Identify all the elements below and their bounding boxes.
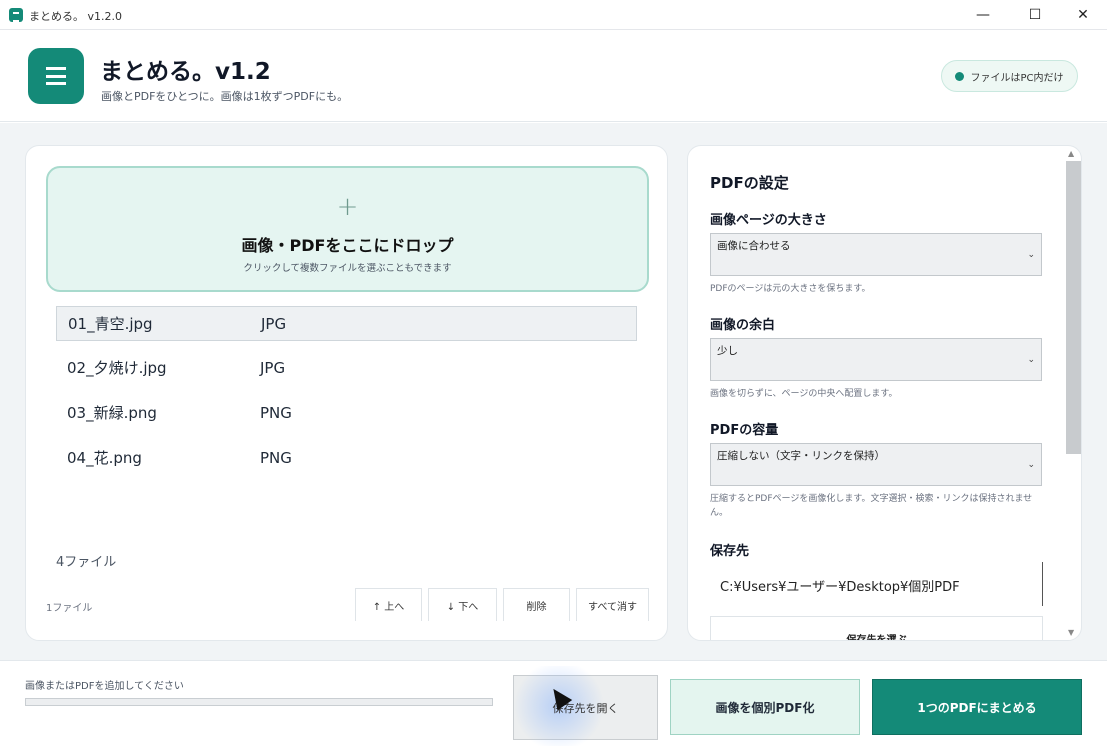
- pdf-settings-card: PDFの設定 画像ページの大きさ 画像に合わせる ⌄ PDFのページは元の大きさ…: [687, 145, 1082, 641]
- file-row[interactable]: 03_新緑.png PNG: [56, 395, 637, 430]
- open-folder-button[interactable]: 保存先を開く: [513, 666, 658, 746]
- app-title: まとめる。v1.2: [100, 59, 271, 85]
- settings-title: PDFの設定: [710, 174, 789, 192]
- file-row[interactable]: 01_青空.jpg JPG: [56, 306, 637, 341]
- drop-zone-title: 画像・PDFをここにドロップ: [241, 236, 454, 255]
- scroll-down-icon[interactable]: ▼: [1068, 628, 1074, 637]
- chevron-down-icon: ⌄: [1027, 250, 1035, 260]
- scroll-up-icon[interactable]: ▲: [1068, 149, 1074, 158]
- drop-zone[interactable]: + 画像・PDFをここにドロップ クリックして複数ファイルを選ぶこともできます: [46, 166, 649, 292]
- file-name: 02_夕焼け.jpg: [67, 359, 167, 377]
- move-up-button[interactable]: ↑ 上へ: [355, 588, 422, 621]
- plus-icon: +: [336, 192, 359, 222]
- margin-select[interactable]: 少し ⌄: [710, 338, 1042, 381]
- file-type: JPG: [260, 358, 286, 377]
- close-button[interactable]: ✕: [1060, 0, 1106, 30]
- pdf-size-label: PDFの容量: [710, 423, 779, 438]
- window-title: まとめる。 v1.2.0: [29, 10, 122, 23]
- local-only-badge-label: ファイルはPC内だけ: [970, 72, 1064, 84]
- file-name: 01_青空.jpg: [68, 315, 153, 333]
- progress-bar: [25, 698, 493, 706]
- merge-pdf-button[interactable]: 1つのPDFにまとめる: [872, 679, 1082, 735]
- app-small-icon: [9, 8, 23, 22]
- clear-all-button[interactable]: すべて消す: [576, 588, 649, 621]
- page-size-select[interactable]: 画像に合わせる ⌄: [710, 233, 1042, 276]
- individual-pdf-button[interactable]: 画像を個別PDF化: [670, 679, 860, 735]
- save-path-field[interactable]: C:¥Users¥ユーザー¥Desktop¥個別PDF: [710, 562, 1043, 606]
- maximize-button[interactable]: ☐: [1012, 0, 1058, 30]
- file-name: 03_新緑.png: [67, 404, 157, 422]
- chevron-down-icon: ⌄: [1027, 355, 1035, 365]
- file-type: PNG: [260, 403, 292, 422]
- file-name: 04_花.png: [67, 449, 142, 467]
- document-list-icon: [28, 48, 84, 104]
- minimize-button[interactable]: —: [960, 0, 1006, 30]
- file-type: PNG: [260, 448, 292, 467]
- file-list-card: + 画像・PDFをここにドロップ クリックして複数ファイルを選ぶこともできます …: [25, 145, 668, 641]
- choose-folder-button[interactable]: 保存先を選ぶ: [710, 616, 1043, 640]
- move-down-button[interactable]: ↓ 下へ: [428, 588, 497, 621]
- file-type: JPG: [261, 314, 287, 333]
- page-size-label: 画像ページの大きさ: [710, 213, 827, 228]
- app-header: まとめる。v1.2 画像とPDFをひとつに。画像は1枚ずつPDFにも。 ファイル…: [0, 31, 1107, 122]
- settings-scrollbar-thumb[interactable]: [1066, 161, 1081, 454]
- file-row[interactable]: 02_夕焼け.jpg JPG: [56, 350, 637, 385]
- margin-label: 画像の余白: [710, 318, 776, 333]
- pdf-size-value: 圧縮しない（文字・リンクを保持）: [717, 450, 885, 462]
- chevron-down-icon: ⌄: [1027, 460, 1035, 470]
- page-size-value: 画像に合わせる: [717, 240, 791, 252]
- save-to-label: 保存先: [710, 544, 750, 559]
- status-dot-icon: [955, 71, 965, 81]
- window-titlebar: まとめる。 v1.2.0 — ☐ ✕: [0, 0, 1107, 30]
- local-only-badge: ファイルはPC内だけ: [941, 60, 1078, 92]
- delete-button[interactable]: 削除: [503, 588, 570, 621]
- page-size-hint: PDFのページは元の大きさを保ちます。: [710, 284, 871, 294]
- drop-zone-hint: クリックして複数ファイルを選ぶこともできます: [243, 263, 452, 274]
- margin-hint: 画像を切らずに、ページの中央へ配置します。: [710, 389, 898, 399]
- status-text: 画像またはPDFを追加してください: [25, 681, 184, 692]
- list-status: 1ファイル: [46, 603, 93, 614]
- file-count: 4ファイル: [56, 555, 117, 570]
- margin-value: 少し: [717, 345, 738, 357]
- app-subtitle: 画像とPDFをひとつに。画像は1枚ずつPDFにも。: [101, 90, 349, 103]
- pdf-size-hint: 圧縮するとPDFページを画像化します。文字選択・検索・リンクは保持されません。: [710, 494, 1033, 518]
- pdf-size-select[interactable]: 圧縮しない（文字・リンクを保持） ⌄: [710, 443, 1042, 486]
- file-row[interactable]: 04_花.png PNG: [56, 440, 637, 475]
